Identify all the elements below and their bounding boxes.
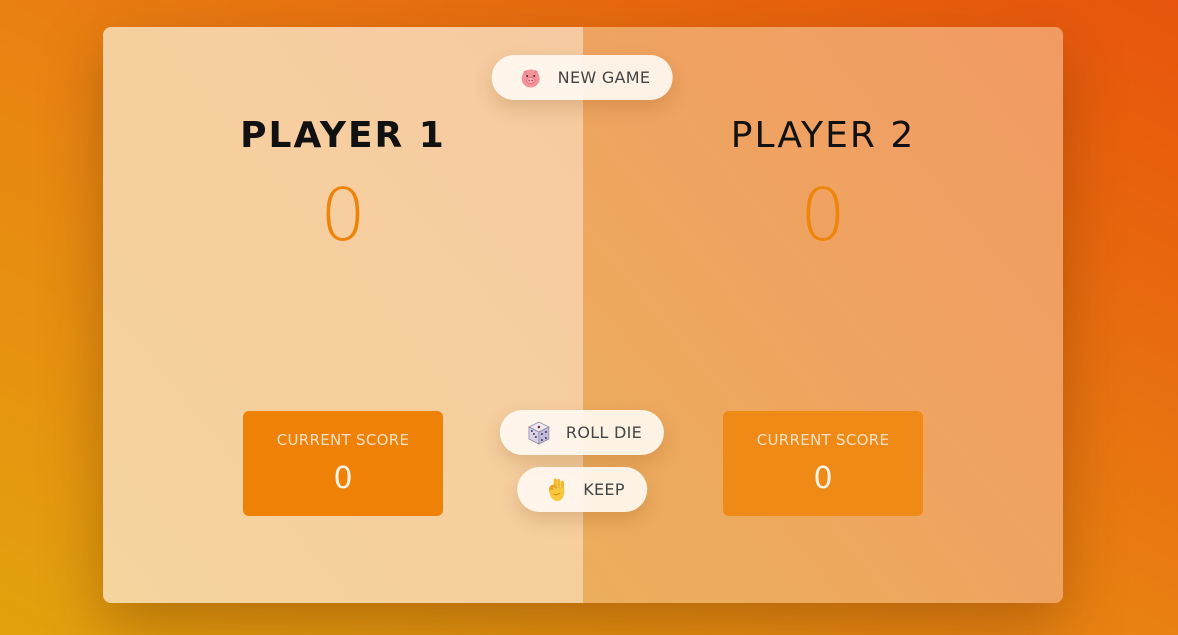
player-1-current-score: 0: [333, 461, 353, 496]
roll-die-button[interactable]: ROLL DIE: [499, 410, 665, 455]
keep-button[interactable]: KEEP: [517, 467, 647, 512]
pig-icon: [518, 65, 544, 91]
game-board: PLAYER 1 0 CURRENT SCORE 0 PLAYER 2 0 CU…: [103, 27, 1063, 603]
player-2-current-score-box: CURRENT SCORE 0: [723, 411, 923, 516]
keep-label: KEEP: [583, 480, 625, 499]
player-1-total-score: 0: [320, 173, 366, 257]
new-game-label: NEW GAME: [557, 68, 651, 87]
player-1-name: PLAYER 1: [240, 115, 446, 156]
dice-icon: [526, 420, 552, 446]
ok-hand-icon: [543, 477, 569, 503]
player-2-current-label: CURRENT SCORE: [756, 431, 890, 449]
roll-die-label: ROLL DIE: [565, 423, 643, 442]
player-2-total-score: 0: [800, 173, 846, 257]
player-2-name: PLAYER 2: [730, 115, 916, 156]
player-2-panel: PLAYER 2 0 CURRENT SCORE 0: [583, 27, 1063, 603]
player-1-current-label: CURRENT SCORE: [276, 431, 410, 449]
player-1-panel: PLAYER 1 0 CURRENT SCORE 0: [103, 27, 583, 603]
player-1-current-score-box: CURRENT SCORE 0: [243, 411, 443, 516]
new-game-button[interactable]: NEW GAME: [491, 55, 673, 100]
player-2-current-score: 0: [813, 461, 833, 496]
